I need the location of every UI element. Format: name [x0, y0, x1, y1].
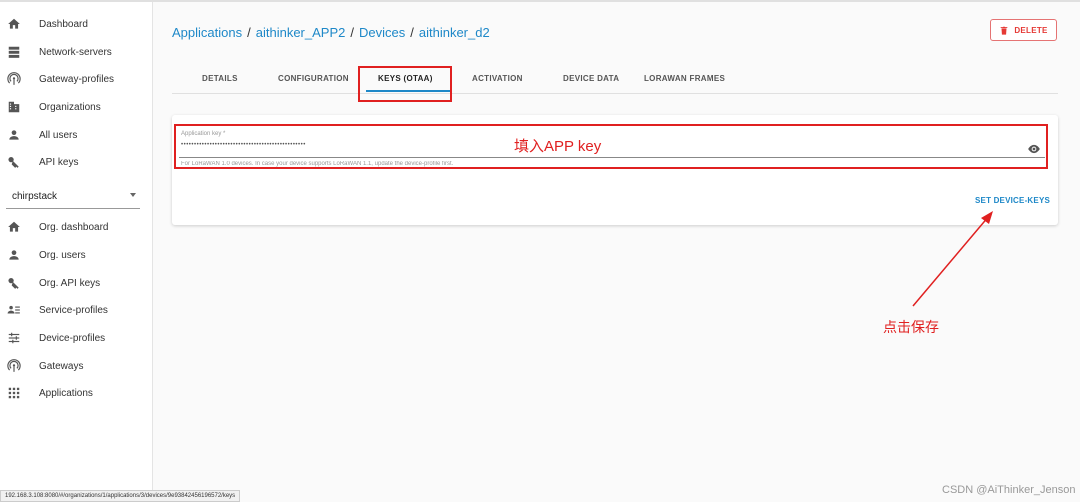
sidebar-item-label: All users: [39, 129, 78, 141]
highlight-box-field: [174, 124, 1048, 169]
sidebar-item-label: API keys: [39, 156, 79, 168]
breadcrumb-separator: /: [410, 25, 414, 40]
tune-icon: [6, 330, 22, 346]
delete-button[interactable]: DELETE: [990, 19, 1057, 41]
organization-select[interactable]: chirpstack: [6, 185, 140, 209]
account-icon: [6, 127, 22, 143]
device-tabs: DETAILS CONFIGURATION KEYS (OTAA) ACTIVA…: [172, 64, 1058, 94]
status-bar-url: 192.168.3.108:8080/#/organizations/1/app…: [0, 490, 241, 502]
sidebar-item-org-dashboard[interactable]: Org. dashboard: [0, 214, 152, 240]
sidebar-item-gateway-profiles[interactable]: Gateway-profiles: [0, 66, 152, 92]
tab-details[interactable]: DETAILS: [202, 74, 238, 83]
home-icon: [6, 16, 22, 32]
sidebar-item-all-users[interactable]: All users: [0, 122, 152, 148]
sidebar-item-label: Dashboard: [39, 18, 88, 30]
sidebar-item-label: Network-servers: [39, 46, 112, 58]
tab-lorawan-frames[interactable]: LORAWAN FRAMES: [644, 74, 725, 83]
sidebar-item-label: Org. API keys: [39, 277, 101, 289]
sidebar-item-label: Org. dashboard: [39, 221, 109, 233]
set-device-keys-button[interactable]: SET DEVICE-KEYS: [975, 196, 1050, 205]
home-icon: [6, 219, 22, 235]
sidebar-item-org-users[interactable]: Org. users: [0, 242, 152, 268]
breadcrumb-device[interactable]: aithinker_d2: [419, 25, 490, 40]
domain-icon: [6, 99, 22, 115]
radio-tower-icon: [6, 358, 22, 374]
key-icon: [6, 275, 22, 291]
sidebar-item-dashboard[interactable]: Dashboard: [0, 11, 152, 37]
sidebar-item-organizations[interactable]: Organizations: [0, 94, 152, 120]
sidebar-item-label: Gateway-profiles: [39, 73, 115, 85]
annotation-click-save: 点击保存: [883, 319, 939, 335]
sidebar-item-device-profiles[interactable]: Device-profiles: [0, 325, 152, 351]
breadcrumb: Applications / aithinker_APP2 / Devices …: [172, 25, 490, 40]
breadcrumb-separator: /: [247, 25, 251, 40]
apps-icon: [6, 385, 22, 401]
sidebar-item-label: Device-profiles: [39, 332, 106, 344]
sidebar-item-service-profiles[interactable]: Service-profiles: [0, 297, 152, 323]
sidebar-item-label: Organizations: [39, 101, 101, 113]
breadcrumb-application[interactable]: aithinker_APP2: [256, 25, 346, 40]
tab-device-data[interactable]: DEVICE DATA: [563, 74, 619, 83]
sidebar-item-org-api-keys[interactable]: Org. API keys: [0, 270, 152, 296]
radio-tower-icon: [6, 71, 22, 87]
sidebar-item-label: Service-profiles: [39, 304, 108, 316]
tab-activation[interactable]: ACTIVATION: [472, 74, 523, 83]
sidebar-item-label: Org. users: [39, 249, 86, 261]
trash-icon: [1000, 26, 1008, 35]
account-details-icon: [6, 302, 22, 318]
chevron-down-icon: [130, 193, 136, 197]
key-icon: [6, 154, 22, 170]
sidebar-item-network-servers[interactable]: Network-servers: [0, 39, 152, 65]
delete-button-label: DELETE: [1014, 25, 1048, 35]
server-icon: [6, 44, 22, 60]
sidebar-item-applications[interactable]: Applications: [0, 380, 152, 406]
sidebar-item-api-keys[interactable]: API keys: [0, 149, 152, 175]
sidebar-item-label: Gateways: [39, 360, 84, 372]
organization-select-value: chirpstack: [12, 191, 58, 202]
sidebar-item-label: Applications: [39, 387, 93, 399]
highlight-box-tab: [358, 66, 452, 102]
breadcrumb-devices[interactable]: Devices: [359, 25, 405, 40]
annotation-fill-key: 填入APP key: [514, 138, 602, 155]
annotation-arrow: [912, 211, 993, 307]
breadcrumb-applications[interactable]: Applications: [172, 25, 242, 40]
breadcrumb-separator: /: [350, 25, 354, 40]
watermark: CSDN @AiThinker_Jenson: [942, 484, 1076, 496]
tab-configuration[interactable]: CONFIGURATION: [278, 74, 349, 83]
account-icon: [6, 247, 22, 263]
sidebar: Dashboard Network-servers Gateway-profil…: [0, 2, 153, 502]
sidebar-item-gateways[interactable]: Gateways: [0, 353, 152, 379]
